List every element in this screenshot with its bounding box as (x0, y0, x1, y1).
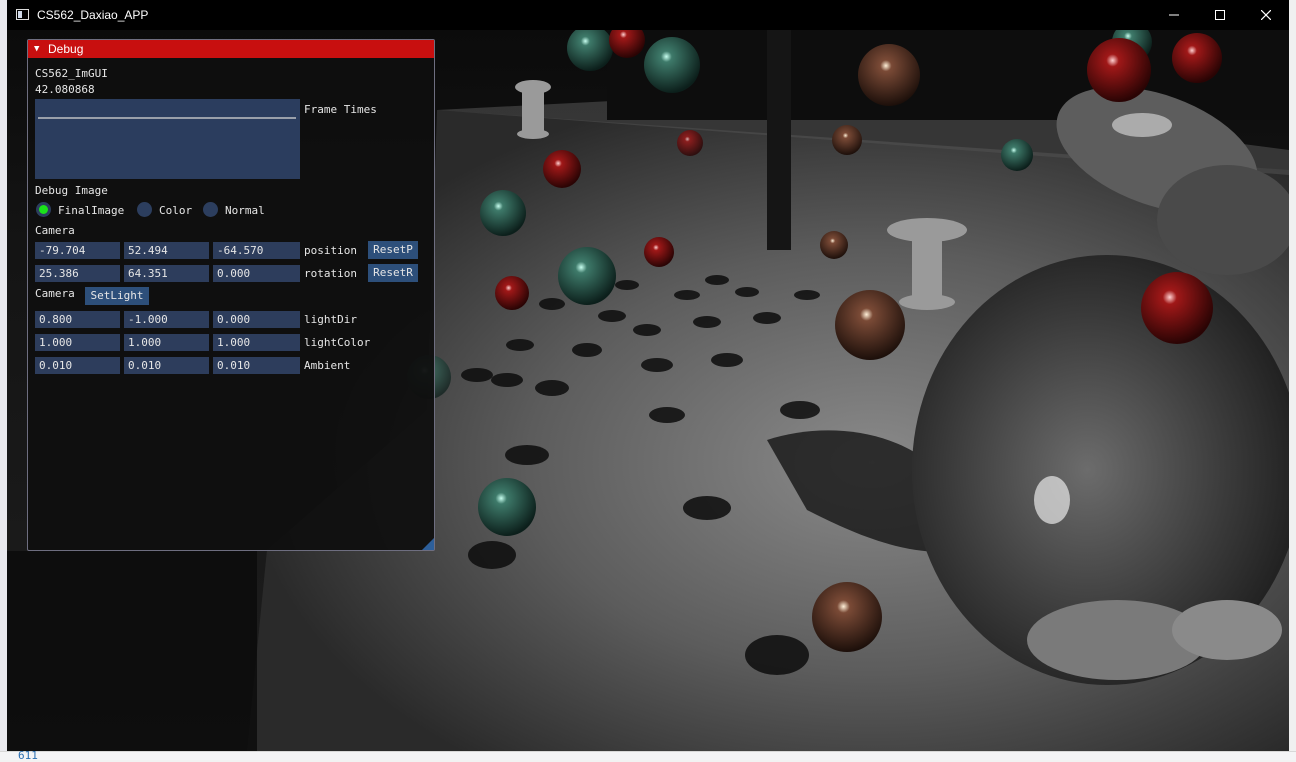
reset-position-button[interactable]: ResetP (368, 241, 418, 259)
lightdir-x-field[interactable]: 0.800 (35, 311, 120, 328)
collapse-arrow-icon[interactable]: ▼ (34, 44, 39, 54)
app-icon (16, 9, 29, 20)
ambient-b-field[interactable]: 0.010 (213, 357, 300, 374)
maximize-button[interactable] (1197, 0, 1243, 30)
reset-rotation-button[interactable]: ResetR (368, 264, 418, 282)
window-title: CS562_Daxiao_APP (37, 8, 149, 22)
rotation-y-field[interactable]: 64.351 (124, 265, 209, 282)
app-label: CS562_ImGUI (35, 67, 108, 80)
radio-color-label[interactable]: Color (159, 204, 192, 217)
debug-titlebar[interactable]: ▼ Debug (28, 40, 434, 58)
app-window: CS562_Daxiao_APP ▼ Debug CS562_ImGUI 42.… (7, 0, 1289, 751)
lightdir-y-field[interactable]: -1.000 (124, 311, 209, 328)
maximize-icon (1215, 10, 1225, 20)
position-z-field[interactable]: -64.570 (213, 242, 300, 259)
close-icon (1261, 10, 1271, 20)
rotation-label: rotation (304, 267, 357, 280)
radio-finalimage-label[interactable]: FinalImage (58, 204, 124, 217)
lightdir-z-field[interactable]: 0.000 (213, 311, 300, 328)
debug-image-label: Debug Image (35, 184, 108, 197)
setlight-button[interactable]: SetLight (85, 287, 149, 305)
ambient-r-field[interactable]: 0.010 (35, 357, 120, 374)
lightdir-label: lightDir (304, 313, 357, 326)
lightcolor-b-field[interactable]: 1.000 (213, 334, 300, 351)
lightcolor-g-field[interactable]: 1.000 (124, 334, 209, 351)
frame-times-line (38, 117, 296, 119)
radio-normal-label[interactable]: Normal (225, 204, 265, 217)
frame-times-label: Frame Times (304, 103, 377, 116)
rotation-z-field[interactable]: 0.000 (213, 265, 300, 282)
radio-normal[interactable] (203, 202, 218, 217)
lightcolor-r-field[interactable]: 1.000 (35, 334, 120, 351)
render-viewport[interactable]: ▼ Debug CS562_ImGUI 42.080868 Frame Time… (7, 30, 1289, 751)
position-x-field[interactable]: -79.704 (35, 242, 120, 259)
debug-window-title: Debug (48, 42, 84, 56)
lightcolor-label: lightColor (304, 336, 371, 349)
rotation-x-field[interactable]: 25.386 (35, 265, 120, 282)
minimize-button[interactable] (1151, 0, 1197, 30)
window-titlebar[interactable]: CS562_Daxiao_APP (7, 0, 1289, 30)
debug-window[interactable]: ▼ Debug CS562_ImGUI 42.080868 Frame Time… (27, 39, 435, 551)
resize-grip-icon[interactable] (422, 538, 434, 550)
background-editor-edge-right (1289, 0, 1296, 759)
ambient-label: Ambient (304, 359, 351, 372)
fps-value: 42.080868 (35, 83, 95, 96)
ambient-g-field[interactable]: 0.010 (124, 357, 209, 374)
radio-finalimage[interactable] (36, 202, 51, 217)
frame-times-plot[interactable] (35, 99, 300, 179)
camera-label: Camera (35, 224, 75, 237)
minimize-icon (1169, 14, 1179, 16)
camera-label-2: Camera (35, 287, 75, 300)
radio-color[interactable] (137, 202, 152, 217)
close-button[interactable] (1243, 0, 1289, 30)
position-y-field[interactable]: 52.494 (124, 242, 209, 259)
position-label: position (304, 244, 357, 257)
